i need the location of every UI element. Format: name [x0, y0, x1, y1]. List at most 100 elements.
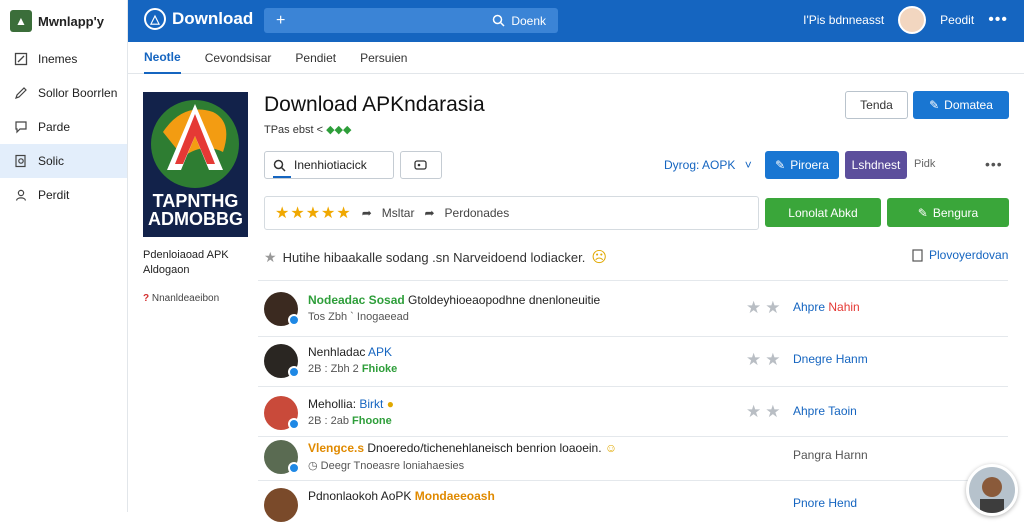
app-logo-icon — [151, 100, 239, 188]
download-apk-button-label: Lonolat Abkd — [788, 205, 858, 220]
review-line-1: Nenhladac APK — [308, 345, 392, 359]
divider — [258, 436, 1008, 437]
search-doc-icon — [15, 154, 26, 168]
chevron-down-icon: ˅ — [744, 158, 752, 172]
search-field[interactable]: Doenk — [492, 14, 546, 28]
review-link[interactable]: Ahpre Taoin — [793, 404, 857, 418]
review-line-1: Vlengce.s Dnoeredo/tichenehlaneisch benr… — [308, 441, 617, 455]
review-name: Nodeadac Sosad — [308, 293, 405, 307]
search-input-value: Inenhiotiacick — [294, 158, 367, 172]
review-text: Dnoeredo/tichenehlaneisch benrion loaoei… — [367, 441, 602, 455]
page-title-text: Download — [172, 9, 254, 28]
list-item[interactable]: Nenhladac APK 2B : Zbh 2 Fhioke ★★ Dnegr… — [264, 342, 1008, 382]
avatar[interactable] — [898, 6, 927, 34]
chat-icon — [15, 121, 27, 134]
tab-neotle[interactable]: Neotle — [144, 42, 181, 74]
review-name: Vlengce.s — [308, 441, 365, 455]
review-link-1: Ahpre — [793, 300, 826, 314]
lshdnest-button[interactable]: Lshdnest — [845, 151, 907, 179]
emoji-icon: ☺ — [604, 441, 618, 455]
search-icon — [493, 14, 505, 27]
review-meta: 2B : 2ab Fhoone — [308, 415, 392, 427]
review-meta-text: Deegr Tnoeasre loniahaesies — [320, 460, 465, 472]
tab-pendiet[interactable]: Pendiet — [295, 42, 336, 74]
review-meta-text: 2B : Zbh 2 — [308, 363, 359, 375]
review-meta: Tos Zbh ` Inogaeead — [308, 311, 409, 323]
page-title: △ Download — [144, 8, 253, 30]
app-icon-image: TAPNTHG ADMOBBG — [143, 92, 248, 237]
list-item[interactable]: Pdnonlaokoh AoPK Mondaeeoash Pnore Hend — [264, 486, 1008, 526]
sidebar-item-solic[interactable]: Solic — [0, 144, 127, 178]
domatea-button-label: Domatea — [944, 98, 993, 112]
piroera-button[interactable]: ✎ Piroera — [765, 151, 839, 179]
review-tag: Mondaeeoash — [414, 489, 495, 503]
rating-stars-icon[interactable]: ★★★★★ — [275, 203, 352, 223]
share-icon[interactable]: ➦ — [362, 206, 372, 220]
floating-avatar[interactable] — [966, 464, 1018, 516]
review-link[interactable]: Pangra Harnn — [793, 448, 868, 462]
plus-icon[interactable]: + — [276, 12, 285, 30]
rating-stars-icon[interactable]: ★★ — [746, 298, 784, 318]
sidebar-item-label: Parde — [38, 120, 71, 134]
domatea-button[interactable]: ✎ Domatea — [913, 91, 1009, 119]
warning-mark: ? — [143, 293, 150, 304]
rating-stars-icon[interactable]: ★★ — [746, 350, 784, 370]
options-button[interactable] — [400, 151, 442, 179]
review-tag: Birkt — [359, 397, 384, 411]
search-input[interactable]: Inenhiotiacick — [264, 151, 394, 179]
pencil-icon — [15, 87, 27, 99]
app-sub-text: Nnanldeaeibon — [151, 293, 220, 304]
more-icon[interactable]: ••• — [988, 11, 1008, 29]
tag-icon — [414, 160, 427, 170]
sidebar-item-sollor[interactable]: Sollor Boorrlen — [0, 76, 127, 110]
search-bar[interactable]: + Doenk — [264, 8, 558, 33]
sidebar-item-label: Sollor Boorrlen — [38, 86, 118, 100]
review-name: Nenhladac — [308, 345, 366, 359]
pidk-label[interactable]: Pidk — [914, 158, 935, 170]
review-name: Pdnonlaokoh AoPK — [308, 489, 412, 503]
notice-link[interactable]: Plovoyerdovan — [912, 248, 1008, 262]
review-link-2: Nahin — [828, 300, 860, 314]
divider — [258, 386, 1008, 387]
list-item[interactable]: Vlengce.s Dnoeredo/tichenehlaneisch benr… — [264, 438, 1008, 478]
review-link[interactable]: Ahpre Nahin — [793, 300, 860, 314]
sidebar-item-parde[interactable]: Parde — [0, 110, 127, 144]
dropdown-select[interactable]: Dyrog: AOPK ˅ — [664, 158, 752, 172]
user-avatar-icon — [969, 467, 1015, 513]
download-apk-button[interactable]: Lonolat Abkd — [765, 198, 881, 227]
verified-badge-icon — [288, 462, 300, 474]
rating-bar: ★★★★★ ➦ Msltar ➦ Perdonades — [264, 196, 759, 230]
search-icon — [273, 159, 286, 172]
coin-icon: ● — [386, 397, 394, 411]
document-icon — [912, 248, 923, 262]
review-line-1: Nodeadac Sosad Gtoldeyhioeaopodhne dnenl… — [308, 293, 600, 307]
app-icon-text-line-1: TAPNTHG — [152, 191, 239, 211]
user-info[interactable]: I'Pis bdnneasst — [803, 13, 884, 27]
brand[interactable]: ▲ Mwnlapp'y — [0, 0, 127, 42]
download-logo-icon: △ — [144, 8, 166, 30]
review-link[interactable]: Pnore Hend — [793, 496, 857, 510]
share-icon[interactable]: ➦ — [424, 206, 434, 220]
tab-cevondsisar[interactable]: Cevondsisar — [205, 42, 272, 74]
review-link[interactable]: Dnegre Hanm — [793, 352, 868, 366]
review-line-1: Mehollia: Birkt ● — [308, 397, 394, 411]
verified-badge-icon — [288, 366, 300, 378]
more-options-icon[interactable]: ••• — [985, 156, 1003, 172]
username[interactable]: Peodit — [940, 13, 974, 27]
rating-label-1[interactable]: Msltar — [382, 206, 415, 220]
notice-link-text: Plovoyerdovan — [929, 248, 1009, 262]
bengura-button[interactable]: ✎ Bengura — [887, 198, 1009, 227]
list-item[interactable]: Nodeadac Sosad Gtoldeyhioeaopodhne dnenl… — [264, 290, 1008, 330]
tenda-button[interactable]: Tenda — [845, 91, 908, 119]
tab-persuien[interactable]: Persuien — [360, 42, 407, 74]
sidebar-item-inemes[interactable]: Inemes — [0, 42, 127, 76]
list-item[interactable]: Mehollia: Birkt ● 2B : 2ab Fhoone ★★ Ahp… — [264, 394, 1008, 434]
rating-stars-icon[interactable]: ★★ — [746, 402, 784, 422]
rating-label-2[interactable]: Perdonades — [445, 206, 510, 220]
app-info-rating: ◆◆◆ — [326, 124, 352, 136]
sidebar-item-perdit[interactable]: Perdit — [0, 178, 127, 212]
edit-box-icon — [14, 52, 28, 66]
app-icon-text-line-2: ADMOBBG — [148, 209, 243, 229]
star-icon: ★ — [264, 248, 277, 265]
sidebar-item-label: Inemes — [38, 52, 78, 66]
